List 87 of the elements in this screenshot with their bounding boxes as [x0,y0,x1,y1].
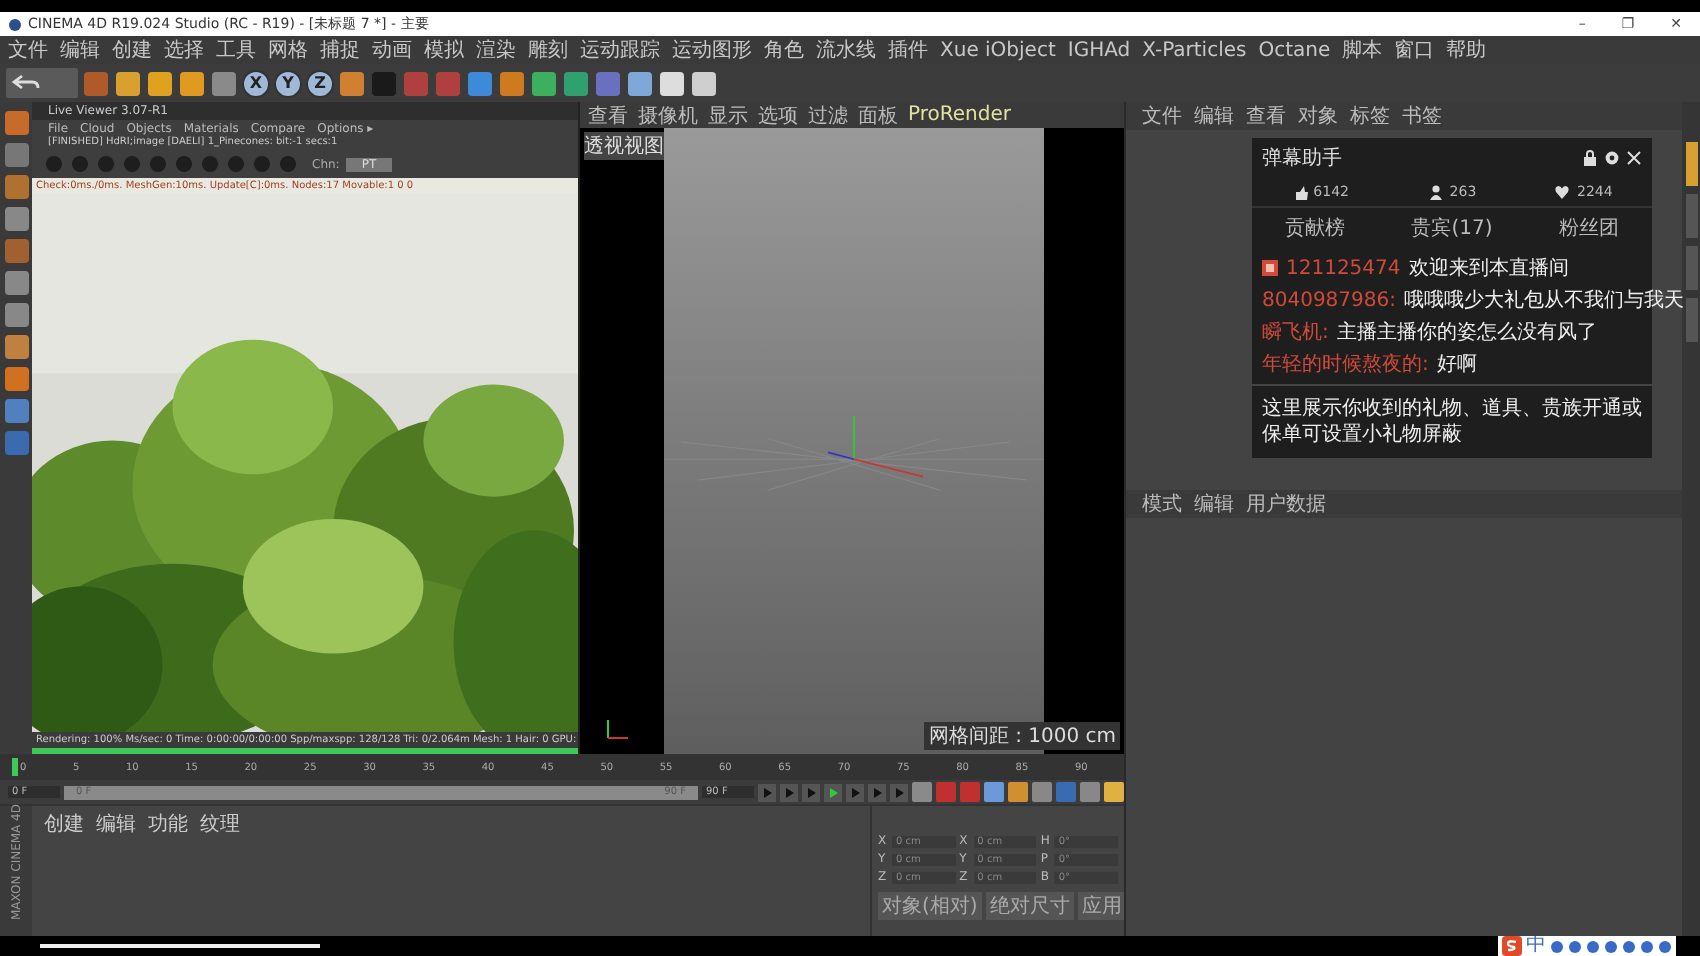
menu-item[interactable]: 书签 [1402,102,1442,130]
user-name: 年轻的时候熬夜的: [1262,351,1429,378]
menu-item[interactable]: 渲染 [476,36,516,64]
menu-item[interactable]: 网格 [268,36,308,64]
axis-button[interactable]: Y [274,69,302,97]
mode-icon[interactable] [3,334,29,360]
axis-button[interactable]: Z [306,69,334,97]
tab[interactable]: 贵宾(17) [1411,214,1493,242]
people-icon[interactable] [1427,184,1444,200]
menu-item[interactable]: 工具 [216,36,256,64]
mode-icon[interactable] [3,206,29,232]
menu-item[interactable]: 运动图形 [672,36,752,64]
side-tab[interactable] [1685,142,1697,186]
user-name: 121125474 [1286,257,1401,279]
menu-item[interactable]: 面板 [858,102,898,129]
menu-item[interactable]: 纹理 [200,810,240,838]
dropdown-button[interactable]: 应用 [1077,892,1126,920]
menu-item[interactable]: 编辑 [60,36,100,64]
menu-item[interactable]: 查看 [588,102,628,129]
menu-item[interactable]: 雕刻 [528,36,568,64]
chat-message: 哦哦哦少大礼包从不我们与我天 [1404,287,1684,314]
menu-item[interactable]: 显示 [708,102,748,129]
play-icon[interactable] [824,783,842,801]
viewport-label: 透视视图 [584,132,664,160]
menu-item[interactable]: 窗口 [1394,36,1435,64]
menu-item[interactable]: 标签 [1350,102,1390,130]
menu-item[interactable]: 角色 [764,36,804,64]
menu-item[interactable]: ProRender [908,104,1011,126]
mode-icon[interactable] [3,110,29,136]
tab[interactable]: 贡献榜 [1285,214,1346,242]
axis-icon[interactable] [604,714,632,742]
menu-item[interactable]: IGHAd [1067,39,1131,61]
user-name: 8040987986: [1262,289,1396,311]
menu-item[interactable]: 用户数据 [1246,490,1326,518]
menu-item[interactable]: 文件 [8,36,48,64]
dropdown-button[interactable]: 绝对尺寸 [985,892,1074,920]
time-cursor [12,758,18,776]
user-name: 瞬飞机: [1262,319,1329,346]
mode-icon[interactable] [3,142,29,168]
dropdown-button[interactable]: 对象(相对) [878,892,982,920]
close-icon[interactable] [1626,150,1642,166]
chat-message: 欢迎来到本直播间 [1408,255,1569,282]
mode-icon[interactable] [3,270,29,296]
menu-item[interactable]: 脚本 [1342,36,1383,64]
mode-icon[interactable] [3,238,29,264]
chat-message: 主播主播你的姿怎么没有风了 [1336,319,1597,346]
menu-item[interactable]: 选择 [164,36,204,64]
app-icon[interactable] [8,17,22,31]
mode-icon[interactable] [3,430,29,456]
axis-button[interactable]: X [242,69,270,97]
tab[interactable]: 粉丝团 [1558,214,1619,242]
undo-icon[interactable] [6,68,78,98]
menu-item[interactable]: Octane [1258,39,1331,61]
menu-item[interactable]: 过滤 [808,102,848,129]
sogou-icon[interactable] [1502,936,1522,956]
heart-icon[interactable] [1554,184,1571,200]
menu-item[interactable]: 动画 [372,36,412,64]
menu-item[interactable]: 文件 [1142,102,1182,130]
menu-item[interactable]: 模拟 [424,36,464,64]
menu-item[interactable]: 编辑 [96,810,136,838]
menu-item[interactable]: 摄像机 [638,102,698,129]
menu-item[interactable]: 捕捉 [320,36,360,64]
thumb-icon[interactable] [1291,184,1308,200]
menu-item[interactable]: Xue iObject [940,39,1056,61]
grid-spacing: 网格间距 : 1000 cm [924,722,1120,750]
mode-icon[interactable] [3,366,29,392]
mode-icon[interactable] [3,174,29,200]
menu-item[interactable]: 插件 [888,36,928,64]
menu-item[interactable]: 模式 [1142,490,1182,518]
menu-item[interactable]: 功能 [148,810,188,838]
menu-item[interactable]: 帮助 [1446,36,1487,64]
menu-item[interactable]: 查看 [1246,102,1286,130]
menu-item[interactable]: 创建 [112,36,152,64]
menu-item[interactable]: 对象 [1298,102,1338,130]
menu-item[interactable]: 编辑 [1194,102,1234,130]
menu-item[interactable]: 选项 [758,102,798,129]
notice-icon[interactable] [1262,260,1278,276]
chat-notice: 这里展示你收到的礼物、道具、贵族开通或保单可设置小礼物屏蔽 [1252,384,1652,458]
mode-icon[interactable] [3,302,29,328]
menu-item[interactable]: 创建 [44,810,84,838]
menu-item[interactable]: 运动跟踪 [580,36,660,64]
mode-icon[interactable] [3,398,29,424]
chat-message: 好啊 [1436,352,1477,378]
menu-item[interactable]: 编辑 [1194,490,1234,518]
chat-title: 弹幕助手 [1262,145,1342,172]
menu-item[interactable]: X-Particles [1142,39,1247,61]
menu-item[interactable]: 流水线 [816,36,876,64]
